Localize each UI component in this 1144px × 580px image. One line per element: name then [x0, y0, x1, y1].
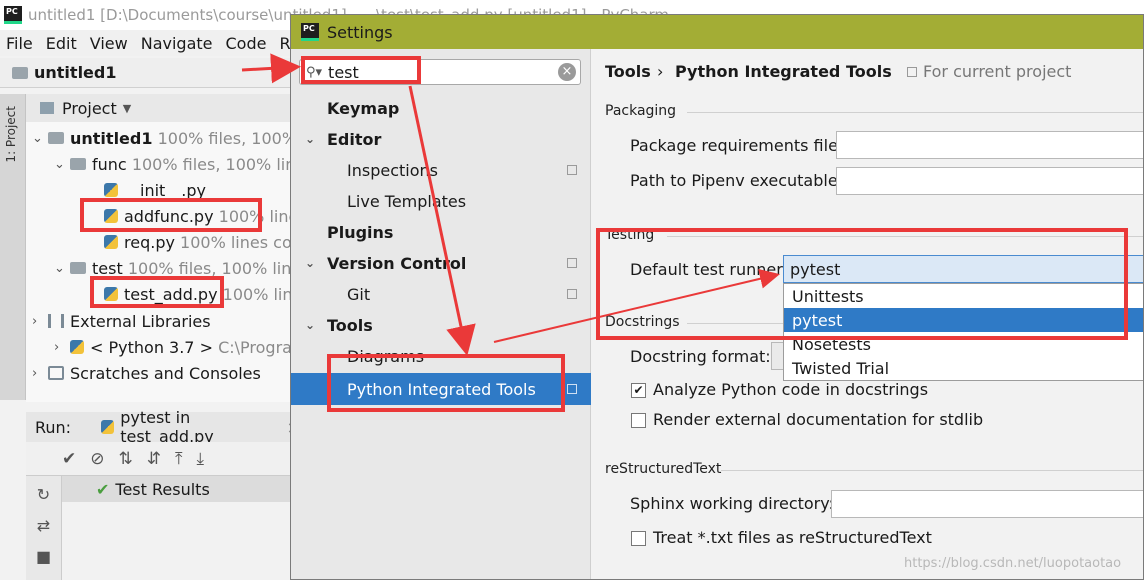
annotation-arrow-to-search [241, 53, 301, 84]
annotation-arrow-to-python-tools [408, 85, 476, 356]
annotation-arrow-to-runner [493, 268, 780, 343]
annotation-arrows [241, 53, 780, 356]
